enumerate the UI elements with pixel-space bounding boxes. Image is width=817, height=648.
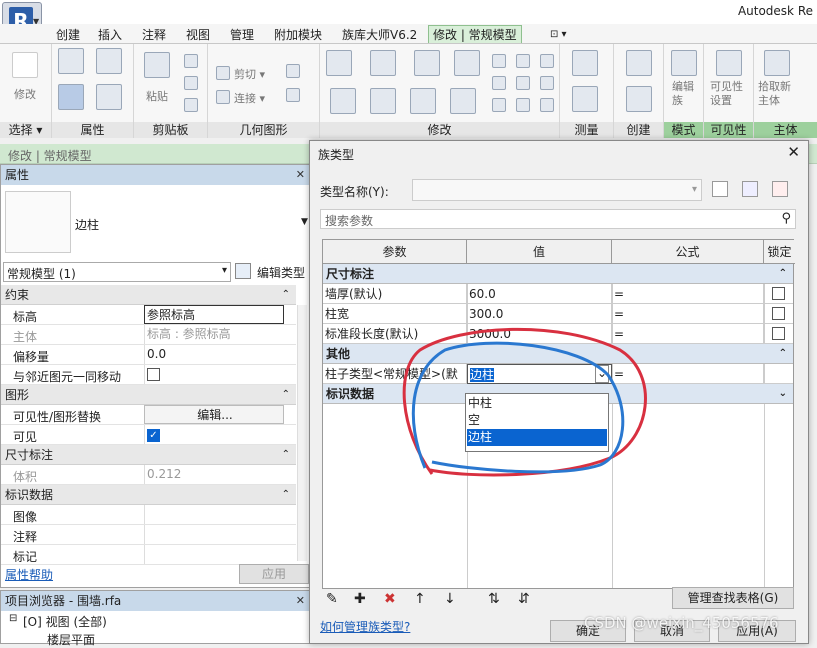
- watermark: CSDN @weixin_45056576: [584, 614, 779, 632]
- blue-circle-annotation: [411, 341, 625, 474]
- annotation-overlay: [402, 327, 647, 477]
